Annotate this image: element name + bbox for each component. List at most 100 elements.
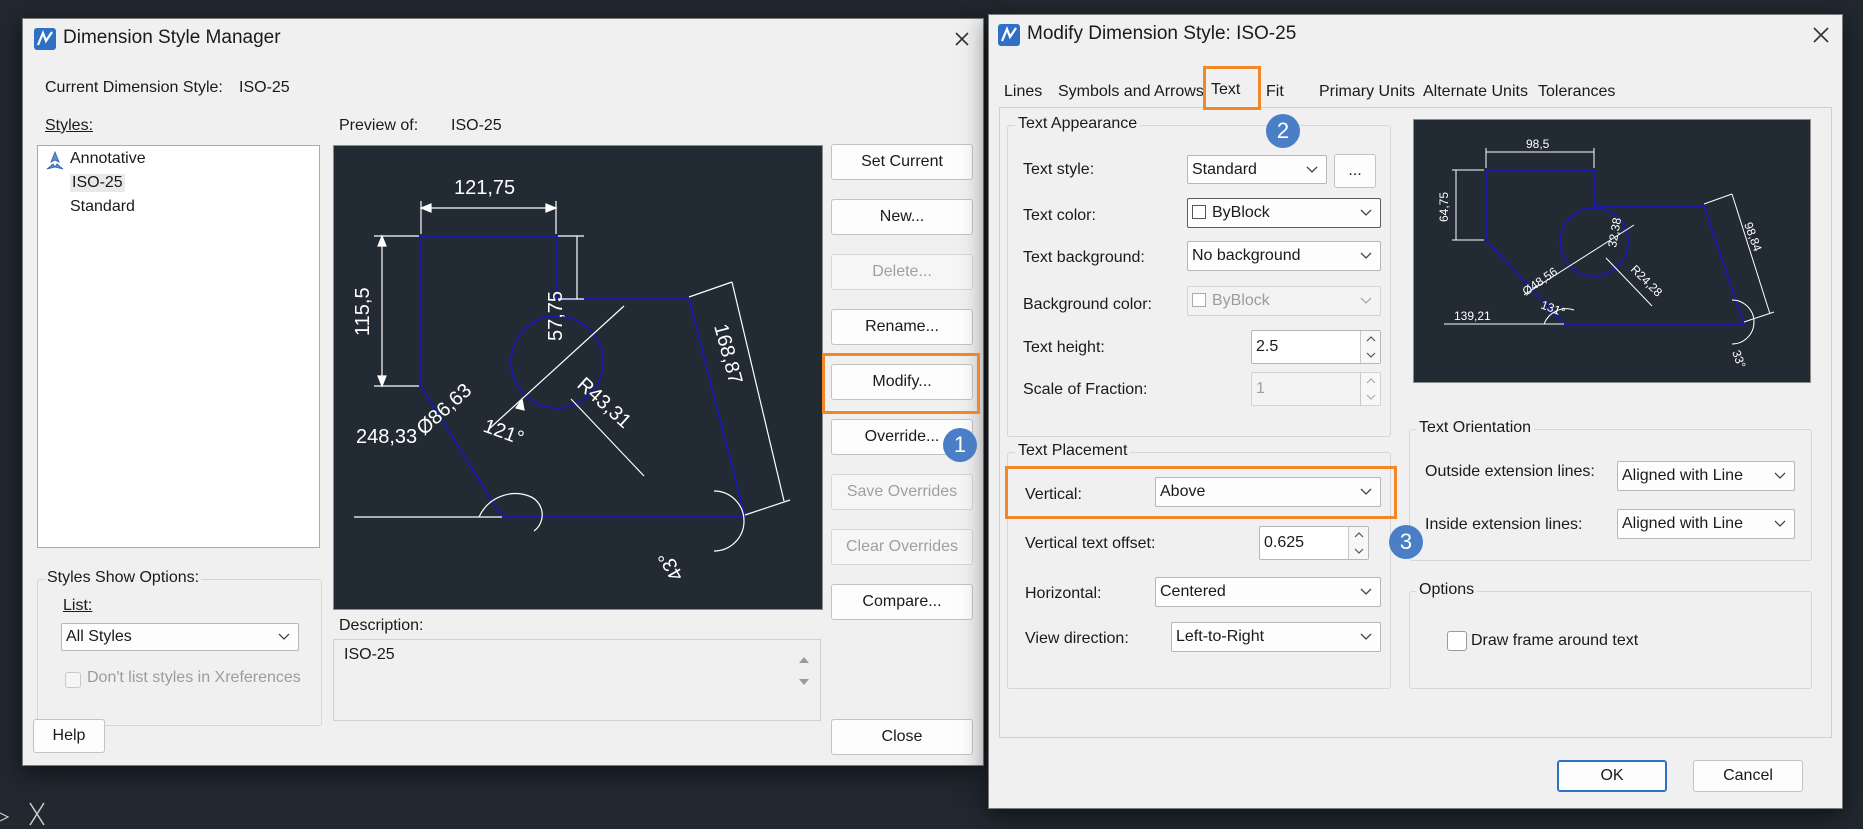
scale-fraction-spinner[interactable]: 1 — [1251, 372, 1381, 406]
small-dim-angle2: 33° — [1729, 348, 1748, 370]
styles-show-options-label: Styles Show Options: — [45, 569, 202, 587]
scale-fraction-label: Scale of Fraction: — [1023, 381, 1148, 398]
styles-label-text: Styles: — [45, 117, 94, 134]
horizontal-label: Horizontal: — [1025, 585, 1102, 602]
chevron-down-icon — [1774, 520, 1786, 527]
frame-checkbox[interactable] — [1447, 631, 1467, 651]
text-color-dropdown[interactable]: ByBlock — [1187, 198, 1381, 228]
small-dim-left: 64,75 — [1437, 192, 1451, 222]
tab-symbols-arrows[interactable]: Symbols and Arrows — [1058, 83, 1204, 101]
spin-down-icon — [1366, 352, 1375, 358]
close-button[interactable]: Close — [831, 719, 973, 755]
chevron-down-icon — [278, 633, 290, 640]
view-direction-label: View direction: — [1025, 630, 1129, 647]
save-overrides-button[interactable]: Save Overrides — [831, 474, 973, 510]
xref-checkbox-label: Don't list styles in Xreferences — [87, 669, 301, 686]
style-item-annotative[interactable]: Annotative — [70, 150, 146, 168]
dim-radius: R43,31 — [573, 373, 636, 433]
app-icon — [34, 28, 56, 50]
styles-label: Styles: — [45, 117, 93, 135]
background-color-value-wrap: ByBlock — [1192, 292, 1270, 310]
vertical-offset-label: Vertical text offset: — [1025, 535, 1156, 552]
text-style-browse-button[interactable]: ... — [1334, 154, 1376, 188]
outside-extension-label: Outside extension lines: — [1425, 463, 1595, 480]
compare-button[interactable]: Compare... — [831, 584, 973, 620]
view-direction-value: Left-to-Right — [1176, 628, 1265, 645]
tab-lines[interactable]: Lines — [1004, 83, 1042, 101]
text-background-label: Text background: — [1023, 249, 1145, 266]
browse-label: ... — [1348, 162, 1362, 179]
set-current-label: Set Current — [861, 153, 943, 170]
tab-alternate-units[interactable]: Alternate Units — [1423, 83, 1528, 101]
outside-extension-dropdown[interactable]: Aligned with Line — [1617, 461, 1795, 491]
modify-close-icon[interactable] — [1804, 19, 1838, 51]
spin-up-icon — [1366, 378, 1375, 384]
background-color-swatch — [1192, 293, 1206, 307]
ok-label: OK — [1600, 767, 1624, 784]
manager-title: Dimension Style Manager — [63, 27, 281, 48]
small-dim-baseline: 139,21 — [1454, 309, 1491, 323]
vertical-offset-spinner[interactable]: 0.625 — [1259, 526, 1369, 560]
small-dim-radius: R24,28 — [1628, 262, 1665, 299]
background-color-dropdown[interactable]: ByBlock — [1187, 286, 1381, 316]
list-label: List: — [63, 597, 92, 615]
dim-slant: 168,87 — [709, 322, 746, 387]
scale-fraction-up[interactable] — [1360, 373, 1380, 389]
description-scroll-up-icon[interactable] — [798, 654, 810, 664]
description-scroll-down-icon[interactable] — [798, 678, 810, 688]
horizontal-value: Centered — [1160, 583, 1226, 600]
modify-preview-panel: 98,5 64,75 32,38 98,84 Ø48,56 R24,28 131… — [1413, 119, 1811, 383]
text-style-dropdown[interactable]: Standard — [1187, 155, 1327, 184]
tab-tolerances[interactable]: Tolerances — [1538, 83, 1615, 101]
clear-overrides-button[interactable]: Clear Overrides — [831, 529, 973, 565]
inside-extension-dropdown[interactable]: Aligned with Line — [1617, 509, 1795, 539]
delete-button[interactable]: Delete... — [831, 254, 973, 290]
text-placement-title: Text Placement — [1015, 442, 1131, 460]
inside-extension-value: Aligned with Line — [1622, 515, 1743, 532]
step-badge-3: 3 — [1389, 525, 1423, 559]
tab-primary-units[interactable]: Primary Units — [1319, 83, 1415, 101]
manager-close-icon[interactable] — [945, 23, 979, 55]
rename-button[interactable]: Rename... — [831, 309, 973, 345]
highlight-text-tab — [1203, 66, 1261, 110]
text-appearance-title: Text Appearance — [1015, 115, 1141, 133]
styles-listbox[interactable]: Annotative ISO-25 Standard — [37, 145, 320, 548]
style-item-iso25[interactable]: ISO-25 — [70, 174, 125, 192]
vertical-offset-up[interactable] — [1348, 527, 1368, 543]
spin-down-icon — [1366, 394, 1375, 400]
text-height-down[interactable] — [1360, 347, 1380, 363]
list-dropdown[interactable]: All Styles — [61, 623, 299, 651]
modify-titlebar: Modify Dimension Style: ISO-25 — [989, 15, 1842, 55]
ok-button[interactable]: OK — [1557, 760, 1667, 792]
preview-of-value: ISO-25 — [451, 117, 502, 134]
horizontal-dropdown[interactable]: Centered — [1155, 577, 1381, 607]
text-height-up[interactable] — [1360, 331, 1380, 347]
background-color-value: ByBlock — [1212, 292, 1270, 309]
text-height-spinner[interactable]: 2.5 — [1251, 330, 1381, 364]
text-orientation-title: Text Orientation — [1416, 419, 1535, 437]
description-value: ISO-25 — [344, 646, 395, 663]
new-button[interactable]: New... — [831, 199, 973, 235]
xref-checkbox[interactable] — [65, 672, 81, 688]
save-overrides-label: Save Overrides — [846, 483, 958, 500]
chevron-down-icon — [1360, 209, 1372, 216]
small-dim-slant: 98,84 — [1741, 220, 1765, 253]
cancel-label: Cancel — [1723, 767, 1773, 784]
list-value: All Styles — [66, 628, 132, 645]
set-current-button[interactable]: Set Current — [831, 144, 973, 180]
annotative-icon — [46, 150, 64, 170]
current-style-value: ISO-25 — [239, 79, 290, 96]
help-label: Help — [52, 727, 86, 744]
tab-fit[interactable]: Fit — [1266, 83, 1284, 101]
help-button[interactable]: Help — [33, 719, 105, 753]
new-label: New... — [879, 208, 925, 225]
small-dim-diameter: Ø48,56 — [1520, 264, 1561, 298]
small-dim-vertical: 32,38 — [1605, 216, 1624, 248]
style-item-standard[interactable]: Standard — [70, 198, 135, 216]
text-background-dropdown[interactable]: No background — [1187, 241, 1381, 271]
cancel-button[interactable]: Cancel — [1693, 760, 1803, 792]
view-direction-dropdown[interactable]: Left-to-Right — [1171, 622, 1381, 652]
text-height-value: 2.5 — [1256, 338, 1279, 355]
vertical-offset-down[interactable] — [1348, 543, 1368, 559]
scale-fraction-down[interactable] — [1360, 389, 1380, 405]
